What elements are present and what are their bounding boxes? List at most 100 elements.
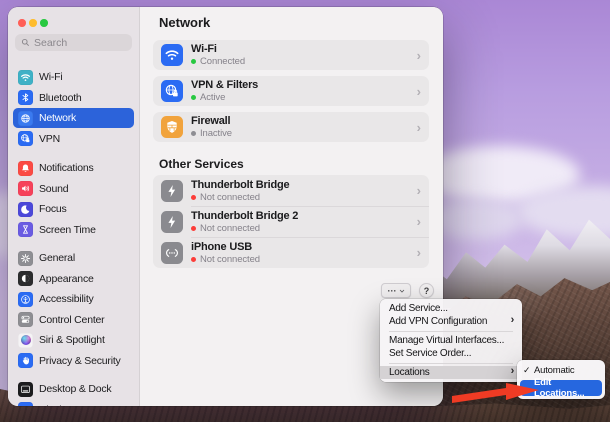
sidebar-item-label: VPN <box>39 133 60 145</box>
search-icon <box>21 38 30 47</box>
menu-separator <box>389 363 513 364</box>
sidebar-item-appearance[interactable]: Appearance <box>13 269 134 289</box>
sidebar-item-siri-spotlight[interactable]: Siri & Spotlight <box>13 330 134 350</box>
service-row-vpn-filters[interactable]: VPN & Filters Active › <box>153 76 429 106</box>
toggles-icon <box>18 312 33 327</box>
sidebar-item-label: Screen Time <box>39 224 96 236</box>
sidebar-item-notifications[interactable]: Notifications <box>13 158 134 178</box>
sidebar-item-control-center[interactable]: Control Center <box>13 310 134 330</box>
search-input[interactable]: Search <box>15 34 132 51</box>
help-button[interactable]: ? <box>419 283 434 298</box>
sidebar-item-label: Privacy & Security <box>39 355 121 367</box>
sidebar-item-label: Desktop & Dock <box>39 383 111 395</box>
service-status: Not connected <box>200 223 260 234</box>
chevron-down-icon <box>399 288 405 294</box>
chevron-right-icon: › <box>417 48 421 63</box>
sidebar-item-bluetooth[interactable]: Bluetooth <box>13 88 134 108</box>
service-name: VPN & Filters <box>191 79 413 91</box>
bell-icon <box>18 161 33 176</box>
wifi-icon <box>161 44 183 66</box>
service-name: Thunderbolt Bridge 2 <box>191 210 413 222</box>
service-name: Wi-Fi <box>191 43 413 55</box>
sidebar-item-general[interactable]: General <box>13 248 134 268</box>
window-zoom-button[interactable] <box>40 19 48 27</box>
chevron-right-icon: › <box>417 120 421 135</box>
status-dot <box>191 95 196 100</box>
globe-icon <box>18 111 33 126</box>
moon-icon <box>18 202 33 217</box>
sidebar-item-label: Focus <box>39 203 67 215</box>
menu-item-add-vpn-configuration[interactable]: Add VPN Configuration › <box>380 315 522 328</box>
service-status: Inactive <box>200 128 232 139</box>
siri-icon <box>18 333 33 348</box>
service-status: Active <box>200 92 225 103</box>
sidebar-item-sound[interactable]: Sound <box>13 179 134 199</box>
system-settings-window: Search Wi-Fi Bluetooth <box>8 7 443 406</box>
chevron-right-icon: › <box>417 183 421 198</box>
page-title: Network <box>159 15 210 30</box>
hand-icon <box>18 353 33 368</box>
sidebar-item-desktop-dock[interactable]: Desktop & Dock <box>13 379 134 399</box>
chevron-right-icon: › <box>417 245 421 260</box>
other-services-title: Other Services <box>159 157 244 171</box>
sidebar-item-label: Notifications <box>39 162 94 174</box>
thunderbolt-icon <box>161 180 183 202</box>
sidebar: Search Wi-Fi Bluetooth <box>8 7 140 406</box>
status-dot <box>191 226 196 231</box>
sidebar-item-label: Appearance <box>39 273 94 285</box>
hourglass-icon <box>18 222 33 237</box>
service-name: iPhone USB <box>191 241 413 253</box>
chevron-right-icon: › <box>417 214 421 229</box>
display-icon <box>18 402 33 406</box>
service-row-thunderbolt-bridge-2[interactable]: Thunderbolt Bridge 2 Not connected › <box>153 206 429 237</box>
red-arrow-annotation <box>450 375 542 411</box>
sidebar-item-wifi[interactable]: Wi-Fi <box>13 67 134 87</box>
service-row-wifi[interactable]: Wi-Fi Connected › <box>153 40 429 70</box>
sidebar-item-displays[interactable]: Displays <box>13 400 134 407</box>
service-row-thunderbolt-bridge[interactable]: Thunderbolt Bridge Not connected › <box>153 175 429 206</box>
window-close-button[interactable] <box>18 19 26 27</box>
service-name: Firewall <box>191 115 413 127</box>
search-placeholder: Search <box>34 37 67 49</box>
service-row-iphone-usb[interactable]: iPhone USB Not connected › <box>153 237 429 268</box>
bluetooth-icon <box>18 90 33 105</box>
sidebar-item-label: Control Center <box>39 314 104 326</box>
menu-item-add-service[interactable]: Add Service... <box>380 302 522 315</box>
speaker-icon <box>18 181 33 196</box>
sidebar-item-screen-time[interactable]: Screen Time <box>13 220 134 240</box>
sidebar-item-label: Bluetooth <box>39 92 82 104</box>
service-status: Connected <box>200 56 245 67</box>
sidebar-item-label: General <box>39 252 75 264</box>
menu-separator <box>389 331 513 332</box>
sidebar-item-focus[interactable]: Focus <box>13 199 134 219</box>
sidebar-item-network[interactable]: Network <box>13 108 134 128</box>
sidebar-item-privacy-security[interactable]: Privacy & Security <box>13 351 134 371</box>
context-menu: Add Service... Add VPN Configuration › M… <box>380 299 522 382</box>
wifi-icon <box>18 70 33 85</box>
window-minimize-button[interactable] <box>29 19 37 27</box>
menu-item-manage-virtual-interfaces[interactable]: Manage Virtual Interfaces... <box>380 334 522 347</box>
service-status: Not connected <box>200 254 260 265</box>
primary-services: Wi-Fi Connected › VPN & Filters <box>153 40 429 148</box>
sidebar-item-label: Displays <box>39 404 77 407</box>
sidebar-item-accessibility[interactable]: Accessibility <box>13 289 134 309</box>
status-dot <box>191 59 196 64</box>
sidebar-item-label: Siri & Spotlight <box>39 334 105 346</box>
vpn-globe-icon <box>161 80 183 102</box>
chevron-right-icon: › <box>417 84 421 99</box>
ellipsis-icon: ··· <box>388 286 397 296</box>
more-options-button[interactable]: ··· <box>381 283 411 298</box>
sidebar-item-label: Sound <box>39 183 68 195</box>
sidebar-item-label: Network <box>39 112 76 124</box>
sidebar-item-label: Wi-Fi <box>39 71 63 83</box>
desktop: Search Wi-Fi Bluetooth <box>0 0 610 422</box>
service-row-firewall[interactable]: Firewall Inactive › <box>153 112 429 142</box>
sidebar-item-vpn[interactable]: VPN <box>13 129 134 149</box>
menu-item-set-service-order[interactable]: Set Service Order... <box>380 347 522 360</box>
other-services-group: Thunderbolt Bridge Not connected › Thund… <box>153 175 429 268</box>
status-dot <box>191 131 196 136</box>
sidebar-nav: Wi-Fi Bluetooth Network <box>8 67 139 406</box>
submenu-arrow-icon: › <box>511 314 514 326</box>
vpn-globe-icon <box>18 131 33 146</box>
service-status: Not connected <box>200 192 260 203</box>
